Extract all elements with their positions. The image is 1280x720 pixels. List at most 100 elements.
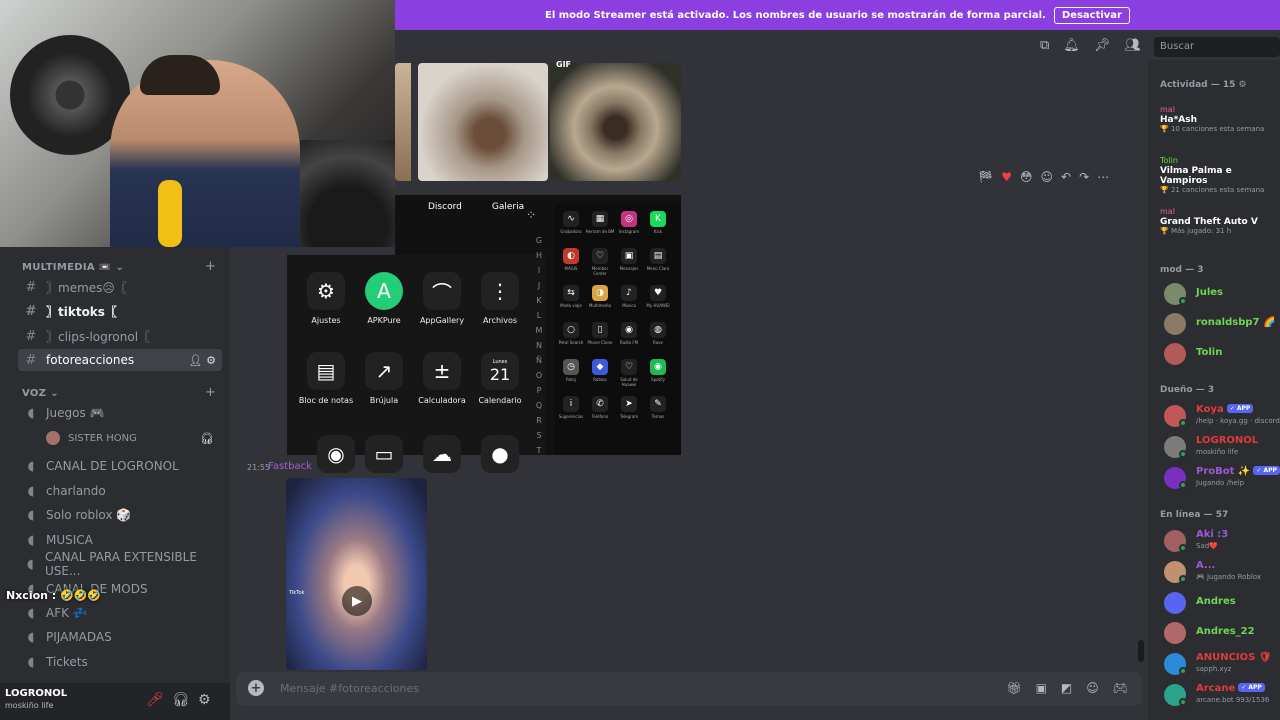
image-attachment-partial[interactable] [395,63,411,181]
message-input[interactable]: Mensaje #fotoreacciones [280,682,419,695]
member-a[interactable]: A... 🎮 Jugando Roblox [1160,558,1280,586]
chat-icon: ● [481,435,519,473]
member-jules[interactable]: Jules [1160,280,1280,308]
voice-channel-juegos[interactable]: ◖ Juegos 🎮 [18,402,222,424]
apps-icon[interactable]: 🎮︎ [1113,681,1128,695]
member-probot[interactable]: ProBot ✨ ✓ APP Jugando /help [1160,464,1280,492]
online-status-icon [1179,450,1187,458]
speaker-icon: ◖ [27,629,35,645]
member-tolin[interactable]: Tolin [1160,340,1280,368]
voice-channel-canal-de-logronol[interactable]: ◖ CANAL DE LOGRONOL [18,455,222,477]
mini-app: ◉ Spotify [643,359,673,382]
bell-icon[interactable]: 🔔︎ [1063,38,1080,53]
gift-icon[interactable]: 🎁︎ [1006,681,1021,695]
index-letter[interactable]: G [535,233,543,248]
reaction-flag-icon[interactable]: 🏁︎ [978,170,993,184]
message-composer[interactable]: + Mensaje #fotoreacciones 🎁︎ ▣ ◩ ☺ 🎮︎ [236,672,1142,706]
threads-icon[interactable]: ⧉ [1040,38,1049,53]
appgallery-icon: ⌒ [423,272,461,310]
sticker-icon[interactable]: ◩ [1061,681,1072,695]
index-letter[interactable]: M [535,323,543,338]
index-letter[interactable]: T [535,443,543,458]
index-letter[interactable]: I [535,263,543,278]
monkey-image-1[interactable] [418,63,548,181]
member-status: arcane.bot 993/1536 [1196,696,1270,704]
index-letter[interactable]: Ñ [535,353,543,368]
channel-memes[interactable]: # 〗memes😥〖 [18,276,222,298]
settings-icon[interactable]: 👤︎ ⚙ [189,354,216,367]
add-channel-icon[interactable]: + [205,385,216,400]
hash-icon: # [25,352,37,368]
member-anuncios[interactable]: ANUNCIOS 🛡 sapph.xyz [1160,650,1280,678]
activity-title: Grand Theft Auto V [1160,217,1258,227]
gear-icon[interactable]: ⚙ [198,692,211,708]
gamepad-icon: ▭ [365,435,403,473]
attach-plus-icon[interactable]: + [248,680,264,696]
reaction-flushed-icon[interactable]: 😳 [1020,170,1033,184]
user-status: moskiño life [5,701,54,710]
search-input[interactable]: Buscar [1154,37,1280,57]
member-andres-22[interactable]: Andres_22 [1160,619,1280,647]
video-attachment[interactable]: TikTok ▶ [286,478,427,670]
app-label: Bloc de notas [298,396,354,405]
member-koya[interactable]: Koya ✓ APP/help · koya.gg · discord [1160,402,1280,430]
play-icon[interactable]: ▶ [342,586,372,616]
reaction-heart-icon[interactable]: ♥ [1001,170,1012,184]
channel-clips-logronol[interactable]: # 〗clips-logronol〖 [18,325,222,347]
voice-member-sister-hong[interactable]: SISTER HONG 🎧︎ [40,427,220,449]
member-andres[interactable]: Andres [1160,589,1280,617]
speaker-icon: ◖ [27,556,34,572]
member-aki[interactable]: Aki :3 Sad❤️ [1160,527,1280,555]
app-partial: ● [470,435,530,479]
voice-channel-afk[interactable]: ◖ AFK 💤 [18,602,222,624]
voice-channel-extensible[interactable]: ◖ CANAL PARA EXTENSIBLE USE... [18,550,222,578]
mini-app-label: Reloj [566,377,576,382]
activity-card[interactable]: mal Grand Theft Auto V 🏆 Más jugado: 31 … [1160,207,1280,235]
category-multimedia[interactable]: MULTIMEDIA 📼 ⌄ [22,262,124,273]
pin-icon[interactable]: 📌︎ [1094,38,1111,53]
mini-app-label: Instagram [618,229,640,234]
mute-icon[interactable]: 🎤︎ [146,692,164,708]
member-logronol[interactable]: LOGRONOL moskiño life [1160,433,1280,461]
index-letter[interactable]: P [535,383,543,398]
add-channel-icon[interactable]: + [205,259,216,274]
voice-channel-tickets[interactable]: ◖ Tickets [18,651,222,673]
voice-channel-charlando[interactable]: ◖ charlando [18,480,222,502]
activity-card[interactable]: mal Ha*Ash 🏆 10 canciones esta semana [1160,105,1280,133]
index-letter[interactable]: N [535,338,543,353]
voice-channel-solo-roblox[interactable]: ◖ Solo roblox 🎲 [18,504,222,526]
voice-channel-pijamadas[interactable]: ◖ PIJAMADAS [18,626,222,648]
channel-tiktoks[interactable]: # 〗tiktoks〖 [18,300,222,322]
forward-icon[interactable]: ↷ [1079,170,1089,184]
index-letter[interactable]: O [535,368,543,383]
category-voz[interactable]: VOZ ⌄ [22,388,59,399]
member-arcane[interactable]: Arcane ✓ APP arcane.bot 993/1536 [1160,681,1280,709]
headphones-icon[interactable]: 🎧︎ [172,692,190,708]
mini-app: ◆ Roblox [585,359,615,382]
reply-icon[interactable]: ↶ [1061,170,1071,184]
index-letter[interactable]: L [535,308,543,323]
message-author[interactable]: Fastback [268,461,312,472]
mini-app: i Sugerencias [556,396,586,419]
index-letter[interactable]: K [535,293,543,308]
index-letter[interactable]: R [535,413,543,428]
emoji-icon[interactable]: ☺ [1086,681,1099,695]
index-letter[interactable]: H [535,248,543,263]
add-reaction-icon[interactable]: ☺ [1041,170,1054,184]
category-label: VOZ [22,388,47,399]
disable-streamer-button[interactable]: Desactivar [1053,6,1130,24]
activity-card[interactable]: Tolin Vilma Palma e Vampiros 🏆 21 cancio… [1160,156,1280,194]
index-letter[interactable]: S [535,428,543,443]
monkey-image-2[interactable]: GIF [550,60,681,181]
member-name: Andres_22 [1196,626,1255,637]
online-status-icon [1179,575,1187,583]
more-icon[interactable]: ⋯ [1097,170,1109,184]
gif-icon[interactable]: ▣ [1036,681,1047,695]
scrollbar[interactable] [1138,640,1144,662]
index-letter[interactable]: Q [535,398,543,413]
members-icon[interactable]: 👥︎ [1124,38,1141,53]
member-ronaldsbp7[interactable]: ronaldsbp7 🌈 [1160,310,1280,338]
channel-fotoreacciones[interactable]: # fotoreacciones 👤︎ ⚙ [18,349,222,371]
voice-channel-musica[interactable]: ◖ MUSICA [18,529,222,551]
index-letter[interactable]: J [535,278,543,293]
